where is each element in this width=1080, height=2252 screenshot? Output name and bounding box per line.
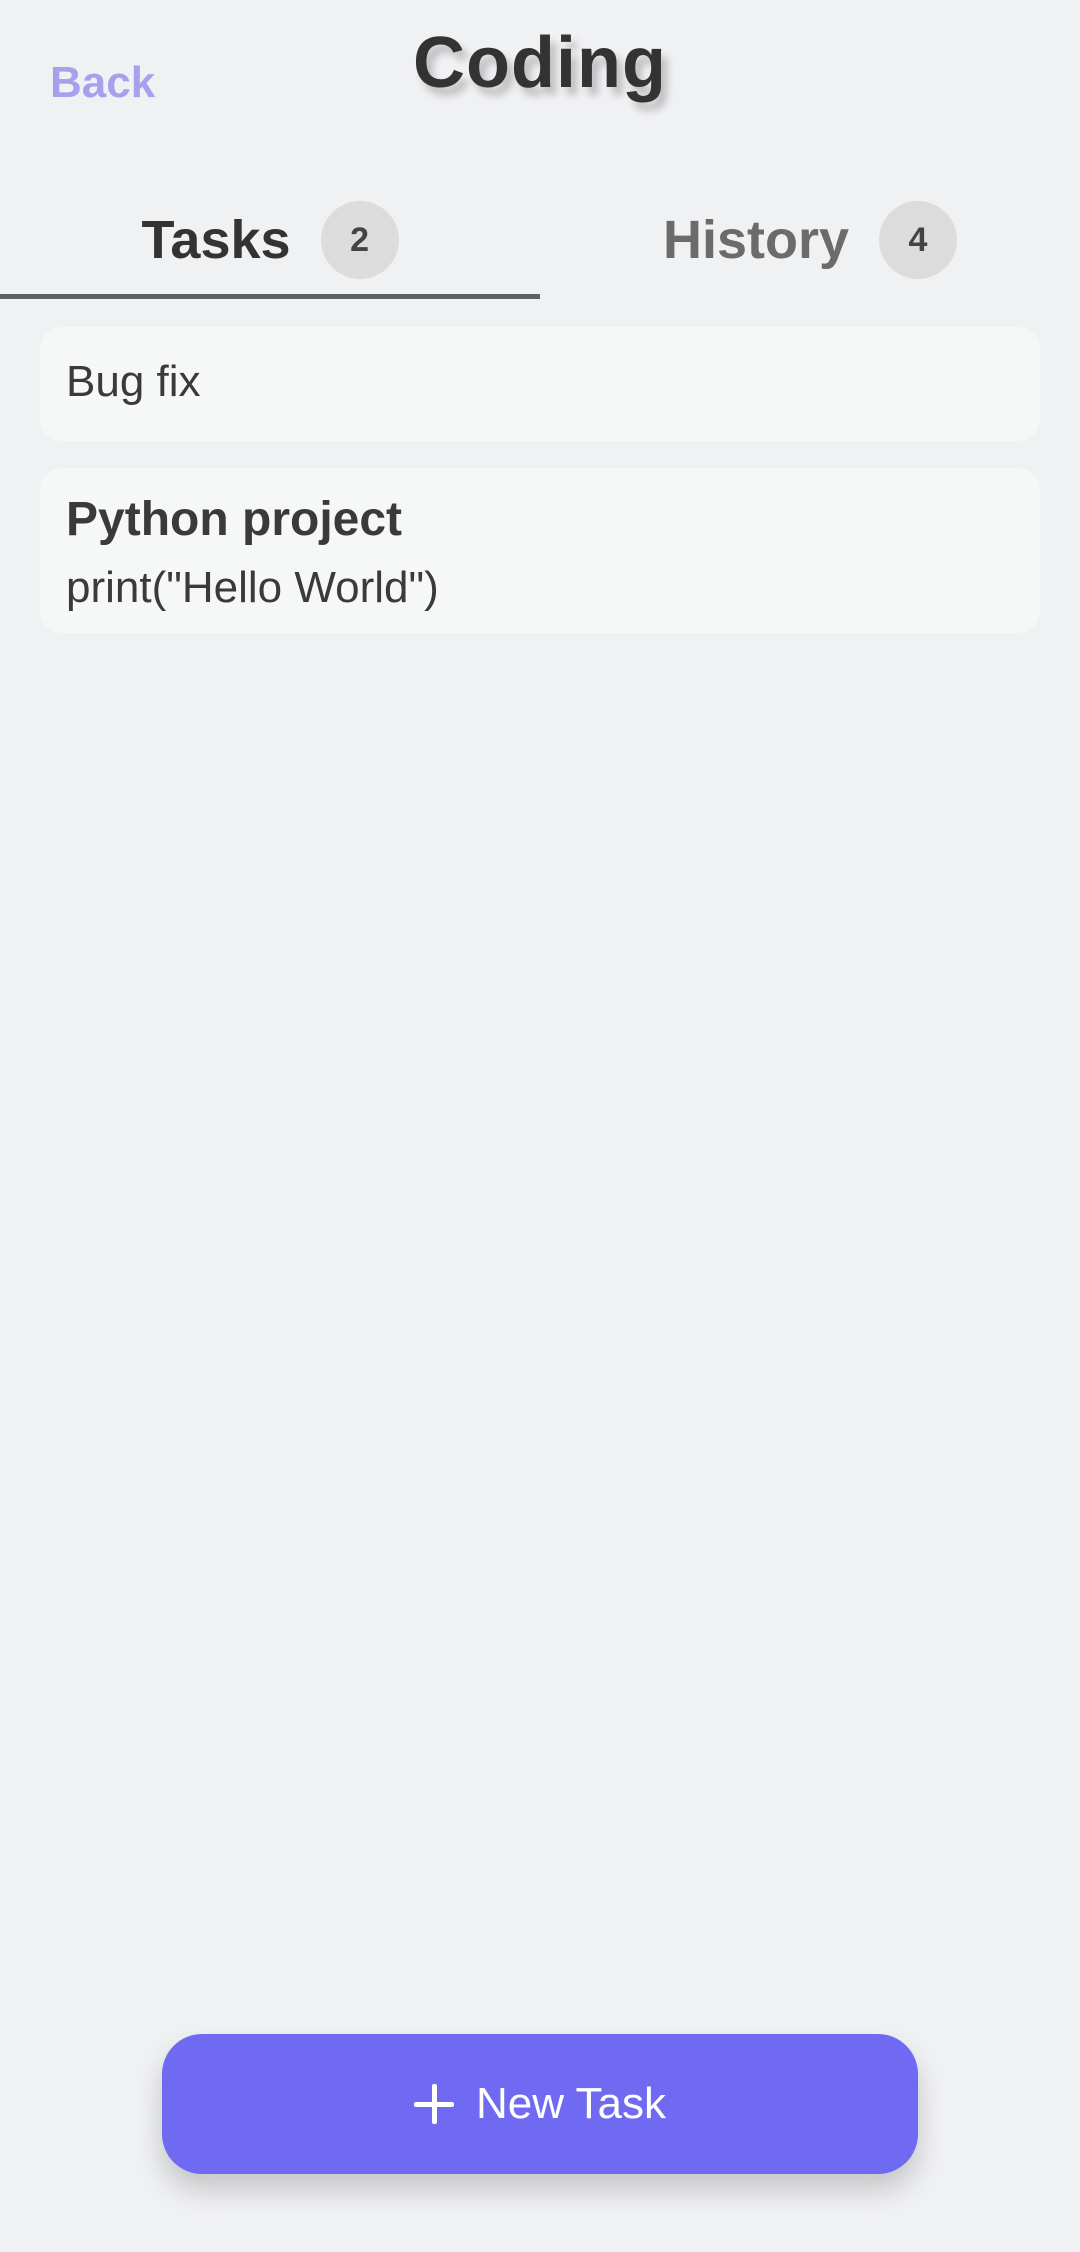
tab-count-badge: 4 — [879, 201, 958, 279]
active-tab-indicator — [0, 294, 540, 299]
tab-tasks[interactable]: Tasks 2 — [0, 180, 540, 300]
tab-bar: Tasks 2 History 4 — [0, 180, 1080, 300]
new-task-label: New Task — [476, 2079, 666, 2128]
plus-icon — [414, 2084, 455, 2124]
tab-label: Tasks — [141, 210, 291, 270]
header: Back Coding — [0, 0, 1080, 170]
task-text: Bug fix — [66, 357, 201, 406]
tab-history[interactable]: History 4 — [540, 180, 1080, 300]
task-card[interactable]: Python project print("Hello World") — [40, 468, 1040, 633]
new-task-button[interactable]: New Task — [162, 2034, 918, 2174]
page-title: Coding — [413, 23, 667, 103]
task-card[interactable]: Bug fix — [40, 327, 1040, 441]
tab-label: History — [662, 210, 850, 270]
task-title: Python project — [66, 493, 403, 546]
tab-count-badge: 2 — [320, 201, 399, 279]
task-description: print("Hello World") — [66, 563, 439, 612]
